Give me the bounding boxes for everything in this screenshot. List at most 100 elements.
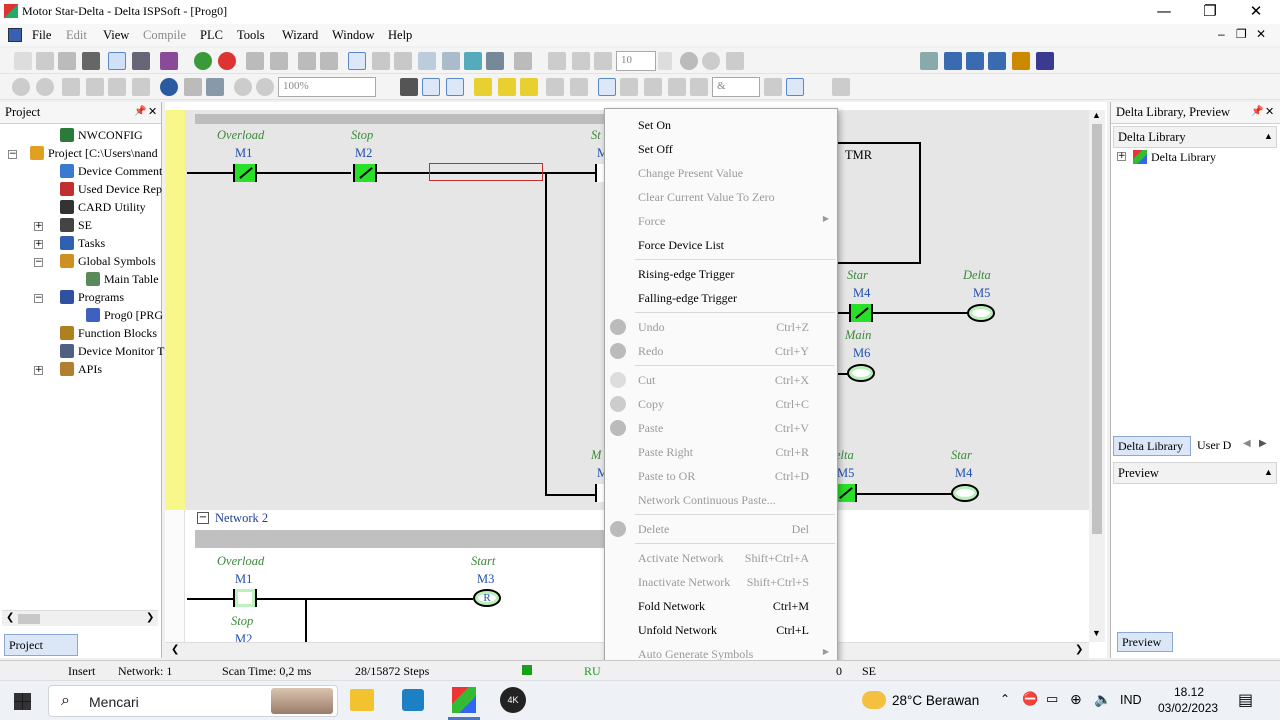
ispsoft-taskbar-icon[interactable]	[402, 689, 424, 711]
context-menu-item[interactable]: Undo Ctrl+Z	[605, 315, 837, 339]
tool-icon[interactable]	[726, 52, 744, 70]
vertical-scrollbar[interactable]: ▲ ▼	[1089, 110, 1105, 642]
addr-icon[interactable]	[400, 78, 418, 96]
panel-close-icon[interactable]: ✕	[148, 105, 157, 118]
online-icon[interactable]	[194, 52, 212, 70]
scroll-down-icon[interactable]: ▼	[1092, 628, 1101, 638]
file-explorer-icon[interactable]	[350, 689, 374, 711]
tab-user-defined[interactable]: User D	[1193, 436, 1239, 456]
context-menu-item[interactable]: Falling-edge Trigger	[605, 286, 837, 310]
clock-date[interactable]: 03/02/2023	[1158, 701, 1218, 715]
context-menu-item[interactable]: Cut Ctrl+X	[605, 368, 837, 392]
save-icon[interactable]	[58, 52, 76, 70]
context-menu-item[interactable]: Redo Ctrl+Y	[605, 339, 837, 363]
eraser-icon[interactable]	[132, 78, 150, 96]
module-icon[interactable]	[988, 52, 1006, 70]
context-menu-item[interactable]: Fold Network Ctrl+M	[605, 594, 837, 618]
doc-restore-button[interactable]: ❐	[1236, 27, 1247, 41]
wire-icon[interactable]	[620, 78, 638, 96]
replace-icon[interactable]	[184, 78, 202, 96]
network-status-icon[interactable]: ⛔	[1022, 691, 1038, 707]
scroll-left-icon[interactable]: ❮	[6, 612, 14, 623]
label3-icon[interactable]	[520, 78, 538, 96]
context-menu-item[interactable]: Paste to OR Ctrl+D	[605, 464, 837, 488]
mode-icon[interactable]	[372, 52, 390, 70]
paste-icon[interactable]	[108, 78, 126, 96]
find-icon[interactable]	[160, 78, 178, 96]
lamp-icon[interactable]	[464, 52, 482, 70]
context-menu-item[interactable]: Force ▶	[605, 209, 837, 233]
zoom-select[interactable]: 100%	[278, 77, 376, 97]
restore-button[interactable]: ❐	[1190, 2, 1230, 22]
io-icon[interactable]	[966, 52, 984, 70]
volume-icon[interactable]: 🔈	[1094, 691, 1111, 708]
edit-mode-icon[interactable]	[348, 52, 366, 70]
context-menu-item[interactable]: Activate Network Shift+Ctrl+A	[605, 546, 837, 570]
comment-icon[interactable]	[418, 52, 436, 70]
context-menu-item[interactable]: Set Off	[605, 137, 837, 161]
mode2-icon[interactable]	[394, 52, 412, 70]
zoom-out-icon[interactable]	[256, 78, 274, 96]
timer-block[interactable]: TMR	[835, 142, 921, 264]
close-button[interactable]: ✕	[1236, 2, 1276, 22]
run-icon[interactable]	[548, 52, 566, 70]
collapse-icon[interactable]: ▲	[1264, 467, 1273, 477]
circle2-icon[interactable]	[36, 78, 54, 96]
taskbar-search-box[interactable]: ⌕ Mencari	[48, 685, 338, 717]
context-menu-item[interactable]: Delete Del	[605, 517, 837, 541]
func-icon[interactable]	[668, 78, 686, 96]
hline-icon[interactable]	[764, 78, 782, 96]
contact-m1[interactable]	[233, 164, 257, 182]
compile-icon[interactable]	[160, 52, 178, 70]
line-icon[interactable]	[446, 78, 464, 96]
weather-text[interactable]: 28°C Berawan	[892, 693, 979, 708]
ladder-view-icon[interactable]	[108, 52, 126, 70]
context-menu-item[interactable]: Change Present Value	[605, 161, 837, 185]
label2-icon[interactable]	[498, 78, 516, 96]
context-menu-item[interactable]: Unfold Network Ctrl+L	[605, 618, 837, 642]
monitor-table-icon[interactable]	[320, 52, 338, 70]
coil-m4[interactable]	[951, 484, 979, 502]
tab-project[interactable]: Project	[4, 634, 78, 656]
panel-close-icon[interactable]: ✕	[1265, 105, 1274, 118]
new-icon[interactable]	[14, 52, 32, 70]
copy-icon[interactable]	[86, 78, 104, 96]
table-view-icon[interactable]	[132, 52, 150, 70]
operator-select[interactable]: &	[712, 77, 760, 97]
globe-icon[interactable]: ⊕	[1070, 691, 1082, 708]
minimize-button[interactable]: —	[1144, 2, 1184, 22]
collapse-icon[interactable]: −	[34, 258, 43, 267]
record-icon[interactable]	[680, 52, 698, 70]
pin-icon[interactable]: 📌	[134, 106, 146, 117]
context-menu-item[interactable]: Rising-edge Trigger	[605, 262, 837, 286]
tab-preview[interactable]: Preview	[1117, 632, 1173, 652]
tab-delta-library[interactable]: Delta Library	[1113, 436, 1191, 456]
vline-icon[interactable]	[786, 78, 804, 96]
chevron-up-icon[interactable]: ⌃	[1000, 692, 1010, 706]
connect-icon[interactable]	[486, 52, 504, 70]
module2-icon[interactable]	[1012, 52, 1030, 70]
doc-minimize-button[interactable]: –	[1218, 27, 1225, 41]
network-icon[interactable]	[514, 52, 532, 70]
tab-prev-icon[interactable]: ◀	[1243, 438, 1251, 449]
pause-icon[interactable]	[572, 52, 590, 70]
context-menu-item[interactable]: Clear Current Value To Zero	[605, 185, 837, 209]
refresh-icon[interactable]	[702, 52, 720, 70]
pin-icon[interactable]: 📌	[1251, 106, 1263, 117]
contact-m1-net2[interactable]	[233, 589, 257, 607]
spin-icon[interactable]	[658, 52, 672, 70]
selection-cursor[interactable]	[429, 163, 543, 181]
coil-m5[interactable]	[967, 304, 995, 322]
menu-help[interactable]: Help	[388, 28, 412, 43]
menu-file[interactable]: File	[32, 28, 51, 43]
delta-app-icon[interactable]	[452, 687, 476, 713]
contact-m4[interactable]	[849, 304, 873, 322]
select-pointer-icon[interactable]	[598, 78, 616, 96]
contact-m5[interactable]	[835, 484, 857, 502]
menu-wizard[interactable]: Wizard	[282, 28, 318, 43]
upload-icon[interactable]	[246, 52, 264, 70]
step-icon[interactable]	[594, 52, 612, 70]
menu-compile[interactable]: Compile	[143, 28, 186, 43]
context-menu-item[interactable]: Force Device List	[605, 233, 837, 257]
monitor-icon[interactable]	[298, 52, 316, 70]
